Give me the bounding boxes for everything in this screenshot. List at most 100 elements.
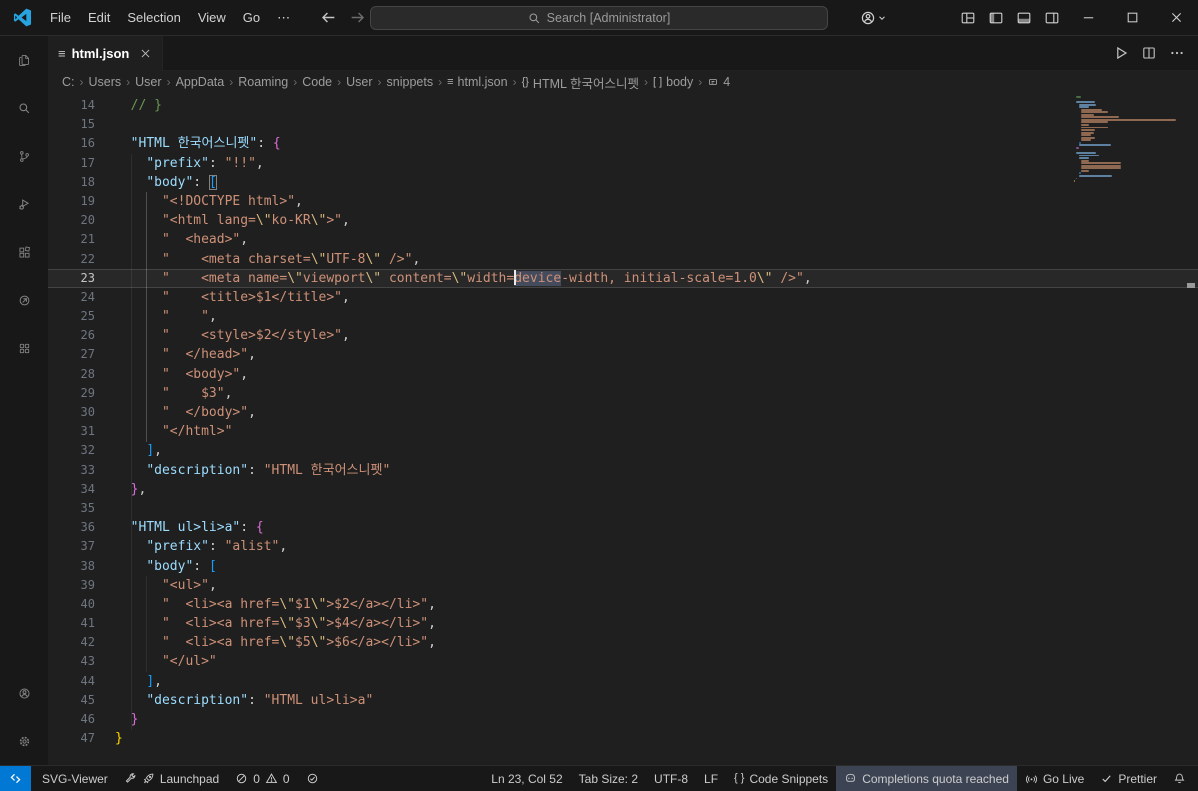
code-line-23[interactable]: 23 " <meta name=\"viewport\" content=\"w… (48, 268, 1198, 288)
code-line-35[interactable]: 35 (48, 499, 1198, 518)
code-line-39[interactable]: 39 "<ul>", (48, 576, 1198, 595)
code-line-34[interactable]: 34 }, (48, 480, 1198, 499)
editor-group: ≡ html.json C: › Users › User › AppData › Roaming… (48, 36, 1198, 765)
account-button[interactable] (0, 669, 48, 717)
forward-button[interactable] (349, 9, 366, 26)
code-line-33[interactable]: 33 "description": "HTML 한국어스니펫" (48, 461, 1198, 480)
breadcrumb-item[interactable]: Roaming (237, 75, 289, 89)
breadcrumb-item[interactable]: Code (301, 75, 333, 89)
code-line-17[interactable]: 17 "prefix": "!!", (48, 154, 1198, 173)
eol[interactable]: LF (696, 766, 726, 791)
breadcrumb-item[interactable]: [ ] body (652, 75, 694, 89)
code-line-32[interactable]: 32 ], (48, 441, 1198, 460)
breadcrumb-item[interactable]: User (134, 75, 162, 89)
code-content[interactable]: 14 // } 15 16 "HTML 한국어스니펫": {17 "prefix":… (48, 93, 1198, 765)
code-line-15[interactable]: 15 (48, 115, 1198, 134)
code-editor[interactable]: 14 // } 15 16 "HTML 한국어스니펫": {17 "prefix":… (48, 93, 1198, 765)
menu-edit[interactable]: Edit (80, 7, 118, 29)
apps-grid-button[interactable] (0, 324, 48, 372)
minimize-button[interactable] (1066, 0, 1110, 35)
code-line-26[interactable]: 26 " <style>$2</style>", (48, 326, 1198, 345)
code-line-37[interactable]: 37 "prefix": "alist", (48, 537, 1198, 556)
split-editor-button[interactable] (1136, 36, 1162, 70)
toggle-sidebar-left-button[interactable] (982, 0, 1010, 35)
code-line-41[interactable]: 41 " <li><a href=\"$3\">$4</a></li>", (48, 614, 1198, 633)
menu-more[interactable]: ⋯ (269, 7, 298, 29)
overview-ruler[interactable] (1184, 93, 1198, 765)
code-line-43[interactable]: 43 "</ul>" (48, 652, 1198, 671)
breadcrumb-item[interactable]: 4 (706, 75, 731, 89)
code-line-42[interactable]: 42 " <li><a href=\"$5\">$6</a></li>", (48, 633, 1198, 652)
code-line-38[interactable]: 38 "body": [ (48, 557, 1198, 576)
code-line-36[interactable]: 36 "HTML ul>li>a": { (48, 518, 1198, 537)
launchpad[interactable]: Launchpad (116, 766, 227, 791)
code-line-16[interactable]: 16 "HTML 한국어스니펫": { (48, 134, 1198, 153)
breadcrumb-item[interactable]: AppData (175, 75, 226, 89)
editor-actions (1108, 36, 1190, 70)
breadcrumb-item[interactable]: C: (61, 75, 76, 89)
breadcrumb-item[interactable]: snippets (386, 75, 435, 89)
code-line-24[interactable]: 24 " <title>$1</title>", (48, 288, 1198, 307)
tab-html-json[interactable]: ≡ html.json (48, 36, 164, 71)
language-mode[interactable]: { } Code Snippets (726, 766, 836, 791)
breadcrumb-item[interactable]: {} HTML 한국어스니펫 (521, 73, 640, 92)
search-input[interactable]: Search [Administrator] (370, 6, 828, 30)
code-line-18[interactable]: 18 "body": [ (48, 173, 1198, 192)
encoding[interactable]: UTF-8 (646, 766, 696, 791)
problems[interactable]: 00 (227, 766, 297, 791)
code-line-19[interactable]: 19 "<!DOCTYPE html>", (48, 192, 1198, 211)
code-line-22[interactable]: 22 " <meta charset=\"UTF-8\" />", (48, 250, 1198, 269)
copilot-status[interactable]: Completions quota reached (836, 766, 1017, 791)
code-line-20[interactable]: 20 "<html lang=\"ko-KR\">", (48, 211, 1198, 230)
code-line-25[interactable]: 25 " ", (48, 307, 1198, 326)
extensions-button[interactable] (0, 228, 48, 276)
code-line-40[interactable]: 40 " <li><a href=\"$1\">$2</a></li>", (48, 595, 1198, 614)
settings-gear-button[interactable] (0, 717, 48, 765)
menu-view[interactable]: View (190, 7, 234, 29)
braces-icon: { } (734, 772, 745, 784)
vscode-logo-icon[interactable] (13, 8, 32, 27)
toggle-sidebar-right-button[interactable] (1038, 0, 1066, 35)
code-line-46[interactable]: 46 } (48, 710, 1198, 729)
checks[interactable] (298, 766, 327, 791)
code-line-47[interactable]: 47} (48, 729, 1198, 748)
svg-viewer[interactable]: SVG-Viewer (34, 766, 116, 791)
code-line-21[interactable]: 21 " <head>", (48, 230, 1198, 249)
menu-selection[interactable]: Selection (119, 7, 188, 29)
notifications[interactable] (1165, 766, 1194, 791)
code-line-29[interactable]: 29 " $3", (48, 384, 1198, 403)
explorer-button[interactable] (0, 36, 48, 84)
maximize-button[interactable] (1110, 0, 1154, 35)
breadcrumb-item[interactable]: ≡ html.json (446, 75, 508, 89)
code-line-44[interactable]: 44 ], (48, 672, 1198, 691)
back-button[interactable] (320, 9, 337, 26)
code-line-30[interactable]: 30 " </body>", (48, 403, 1198, 422)
search-button[interactable] (0, 84, 48, 132)
menu-file[interactable]: File (42, 7, 79, 29)
toggle-panel-button[interactable] (1010, 0, 1038, 35)
go-live[interactable]: Go Live (1017, 766, 1092, 791)
prettier[interactable]: Prettier (1092, 766, 1165, 791)
more-button[interactable] (1164, 36, 1190, 70)
remote-indicator[interactable] (0, 766, 31, 791)
close-tab-button[interactable] (139, 47, 152, 60)
code-line-27[interactable]: 27 " </head>", (48, 345, 1198, 364)
indentation[interactable]: Tab Size: 2 (571, 766, 646, 791)
code-line-31[interactable]: 31 "</html>" (48, 422, 1198, 441)
remote-explorer-button[interactable] (0, 276, 48, 324)
run-button[interactable] (1108, 36, 1134, 70)
code-line-45[interactable]: 45 "description": "HTML ul>li>a" (48, 691, 1198, 710)
close-button[interactable] (1154, 0, 1198, 35)
account-button[interactable] (854, 0, 892, 35)
code-line-14[interactable]: 14 // } (48, 96, 1198, 115)
wrench-icon (124, 772, 137, 785)
code-line-28[interactable]: 28 " <body>", (48, 365, 1198, 384)
customize-layout-button[interactable] (954, 0, 982, 35)
source-control-button[interactable] (0, 132, 48, 180)
breadcrumb-item[interactable]: User (345, 75, 373, 89)
minimap[interactable] (1074, 96, 1184, 183)
cursor-position[interactable]: Ln 23, Col 52 (483, 766, 570, 791)
breadcrumb-item[interactable]: Users (88, 75, 123, 89)
run-debug-button[interactable] (0, 180, 48, 228)
menu-go[interactable]: Go (235, 7, 268, 29)
